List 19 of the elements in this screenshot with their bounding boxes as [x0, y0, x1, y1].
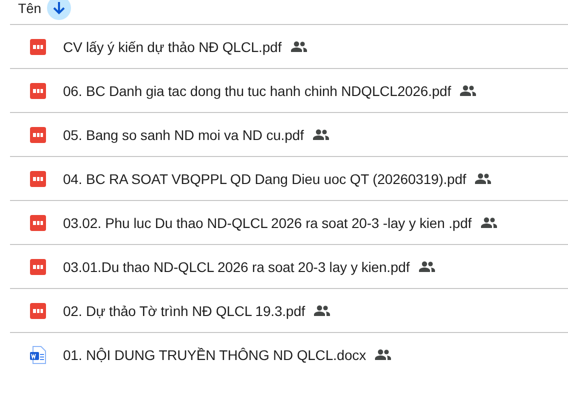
- pdf-file-icon: [30, 302, 46, 318]
- file-name[interactable]: 03.01.Du thao ND-QLCL 2026 ra soat 20-3 lay y kien.pdf: [63, 258, 410, 274]
- file-name[interactable]: 04. BC RA SOAT VBQPPL QD Dang Dieu uoc QT (20260319).pdf: [63, 170, 466, 186]
- pdf-file-icon: [30, 82, 46, 98]
- file-name[interactable]: 02. Dự thảo Tờ trình NĐ QLCL 19.3.pdf: [63, 302, 306, 318]
- sort-button[interactable]: [47, 0, 72, 20]
- file-name[interactable]: 01. NỘI DUNG TRUYỀN THÔNG ND QLCL.docx: [63, 346, 366, 362]
- name-column-header[interactable]: Tên: [18, 0, 42, 16]
- file-name[interactable]: 06. BC Danh gia tac dong thu tuc hanh chinh NDQLCL2026.pdf: [63, 82, 452, 98]
- file-name[interactable]: 05. Bang so sanh ND moi va ND cu.pdf: [63, 126, 304, 142]
- arrow-down-icon: [52, 1, 66, 15]
- pdf-file-icon: [30, 170, 46, 186]
- file-name[interactable]: CV lấy ý kiến dự thảo NĐ QLCL.pdf: [63, 38, 282, 54]
- pdf-file-icon: [30, 258, 46, 274]
- file-name[interactable]: 03.02. Phu luc Du thao ND-QLCL 2026 ra soat 20-3 -lay y kien .pdf: [63, 214, 472, 230]
- pdf-file-icon: [30, 38, 46, 54]
- pdf-file-icon: [30, 126, 46, 142]
- word-document-icon: [30, 346, 46, 364]
- pdf-file-icon: [30, 214, 46, 230]
